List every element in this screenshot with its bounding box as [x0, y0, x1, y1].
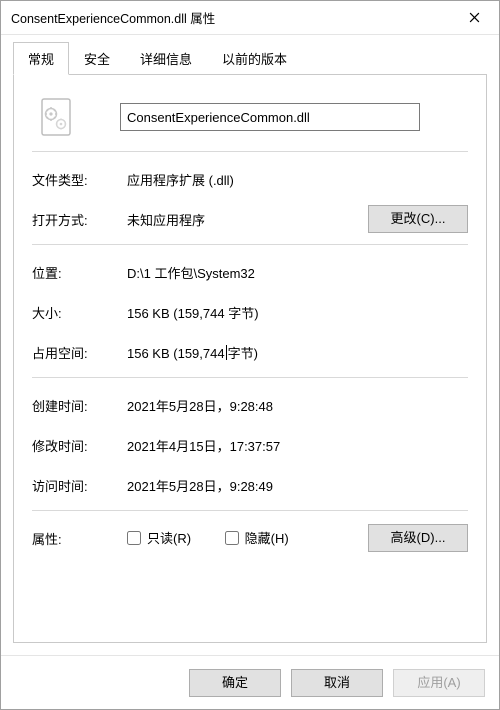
ok-button[interactable]: 确定 [189, 669, 281, 697]
divider [32, 510, 468, 511]
close-icon [469, 12, 480, 23]
value-accessed: 2021年5月28日，9:28:49 [127, 476, 468, 495]
cancel-button[interactable]: 取消 [291, 669, 383, 697]
tab-details[interactable]: 详细信息 [125, 42, 207, 75]
label-filetype: 文件类型: [32, 170, 127, 189]
label-modified: 修改时间: [32, 436, 127, 455]
label-created: 创建时间: [32, 396, 127, 415]
divider [32, 244, 468, 245]
tab-security[interactable]: 安全 [69, 42, 125, 75]
tab-previous-versions[interactable]: 以前的版本 [207, 42, 302, 75]
value-location: D:\1 工作包\System32 [127, 263, 468, 282]
dll-file-icon [36, 97, 76, 137]
label-size: 大小: [32, 303, 127, 322]
filename-input[interactable] [120, 103, 420, 131]
client-area: 常规 安全 详细信息 以前的版本 [1, 35, 499, 655]
readonly-label: 只读(R) [147, 528, 191, 547]
label-attributes: 属性: [32, 529, 127, 548]
text-caret [226, 345, 227, 360]
readonly-checkbox[interactable]: 只读(R) [127, 528, 191, 547]
label-opens-with: 打开方式: [32, 210, 127, 229]
value-size: 156 KB (159,744 字节) [127, 303, 468, 322]
divider [32, 151, 468, 152]
file-icon [32, 93, 80, 141]
label-accessed: 访问时间: [32, 476, 127, 495]
divider [32, 377, 468, 378]
value-created: 2021年5月28日，9:28:48 [127, 396, 468, 415]
label-location: 位置: [32, 263, 127, 282]
label-size-on-disk: 占用空间: [32, 343, 127, 362]
value-modified: 2021年4月15日，17:37:57 [127, 436, 468, 455]
advanced-button[interactable]: 高级(D)... [368, 524, 468, 552]
hidden-checkbox-box[interactable] [225, 531, 239, 545]
hidden-label: 隐藏(H) [245, 528, 289, 547]
value-opens-with: 未知应用程序 [127, 210, 368, 229]
value-filetype: 应用程序扩展 (.dll) [127, 170, 468, 189]
tab-general[interactable]: 常规 [13, 42, 69, 75]
window-title: ConsentExperienceCommon.dll 属性 [11, 8, 451, 27]
readonly-checkbox-box[interactable] [127, 531, 141, 545]
apply-button[interactable]: 应用(A) [393, 669, 485, 697]
dialog-footer: 确定 取消 应用(A) [1, 655, 499, 709]
value-size-on-disk: 156 KB (159,744字节) [127, 343, 468, 362]
titlebar[interactable]: ConsentExperienceCommon.dll 属性 [1, 1, 499, 35]
close-button[interactable] [451, 2, 497, 34]
change-button[interactable]: 更改(C)... [368, 205, 468, 233]
tab-bar: 常规 安全 详细信息 以前的版本 [13, 45, 487, 75]
tab-panel-general: 文件类型: 应用程序扩展 (.dll) 打开方式: 未知应用程序 更改(C)..… [13, 74, 487, 643]
hidden-checkbox[interactable]: 隐藏(H) [225, 528, 289, 547]
properties-dialog: ConsentExperienceCommon.dll 属性 常规 安全 详细信… [0, 0, 500, 710]
